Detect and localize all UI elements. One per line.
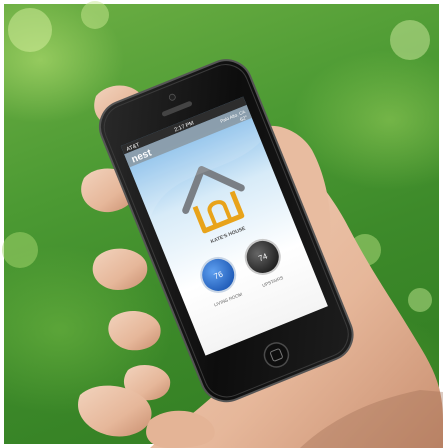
scene: AT&T 2:17 PM nest Palo Alto, CA 62° KATE…: [2, 1, 443, 448]
photo-background: AT&T 2:17 PM nest Palo Alto, CA 62° KATE…: [0, 0, 443, 448]
